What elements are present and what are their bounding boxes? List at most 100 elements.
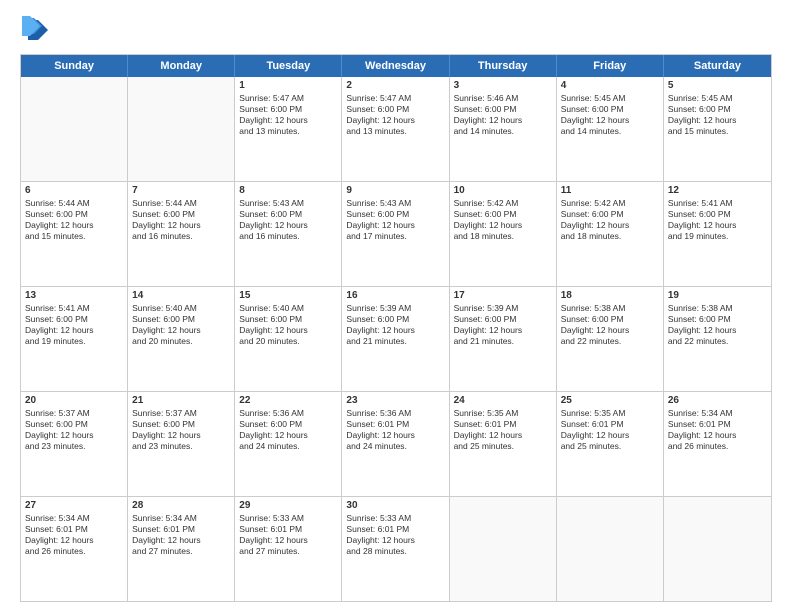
day-number: 12 xyxy=(668,185,767,196)
cell-info-line: Daylight: 12 hours xyxy=(239,115,337,126)
cell-info-line: and 19 minutes. xyxy=(25,336,123,347)
header xyxy=(20,16,772,44)
cell-info-line: Sunset: 6:01 PM xyxy=(668,419,767,430)
cell-info-line: Sunset: 6:00 PM xyxy=(239,104,337,115)
calendar-header: SundayMondayTuesdayWednesdayThursdayFrid… xyxy=(21,55,771,77)
day-number: 23 xyxy=(346,395,444,406)
cell-info-line: Sunrise: 5:39 AM xyxy=(454,303,552,314)
day-number: 11 xyxy=(561,185,659,196)
cal-cell: 3Sunrise: 5:46 AMSunset: 6:00 PMDaylight… xyxy=(450,77,557,181)
cal-cell: 6Sunrise: 5:44 AMSunset: 6:00 PMDaylight… xyxy=(21,182,128,286)
cell-info-line: Daylight: 12 hours xyxy=(239,430,337,441)
cell-info-line: Daylight: 12 hours xyxy=(668,220,767,231)
cell-info-line: Daylight: 12 hours xyxy=(668,115,767,126)
cell-info-line: Daylight: 12 hours xyxy=(346,115,444,126)
cell-info-line: and 22 minutes. xyxy=(561,336,659,347)
cell-info-line: Sunset: 6:00 PM xyxy=(239,419,337,430)
cell-info-line: Sunrise: 5:41 AM xyxy=(25,303,123,314)
cal-cell: 18Sunrise: 5:38 AMSunset: 6:00 PMDayligh… xyxy=(557,287,664,391)
day-number: 4 xyxy=(561,80,659,91)
cal-cell: 17Sunrise: 5:39 AMSunset: 6:00 PMDayligh… xyxy=(450,287,557,391)
cell-info-line: Sunrise: 5:43 AM xyxy=(239,198,337,209)
cal-cell: 5Sunrise: 5:45 AMSunset: 6:00 PMDaylight… xyxy=(664,77,771,181)
cell-info-line: Daylight: 12 hours xyxy=(239,535,337,546)
day-number: 2 xyxy=(346,80,444,91)
cell-info-line: and 16 minutes. xyxy=(239,231,337,242)
cell-info-line: Daylight: 12 hours xyxy=(132,430,230,441)
logo-icon xyxy=(20,16,48,44)
cal-cell: 14Sunrise: 5:40 AMSunset: 6:00 PMDayligh… xyxy=(128,287,235,391)
cell-info-line: Sunrise: 5:44 AM xyxy=(25,198,123,209)
cell-info-line: Daylight: 12 hours xyxy=(25,535,123,546)
day-number: 25 xyxy=(561,395,659,406)
cell-info-line: Sunrise: 5:47 AM xyxy=(239,93,337,104)
cell-info-line: Sunrise: 5:41 AM xyxy=(668,198,767,209)
cell-info-line: and 15 minutes. xyxy=(25,231,123,242)
cell-info-line: Sunset: 6:00 PM xyxy=(132,419,230,430)
cell-info-line: Sunset: 6:00 PM xyxy=(561,209,659,220)
cal-cell: 19Sunrise: 5:38 AMSunset: 6:00 PMDayligh… xyxy=(664,287,771,391)
cell-info-line: and 26 minutes. xyxy=(668,441,767,452)
cell-info-line: Sunset: 6:01 PM xyxy=(25,524,123,535)
week-row-2: 13Sunrise: 5:41 AMSunset: 6:00 PMDayligh… xyxy=(21,287,771,392)
cell-info-line: Sunset: 6:00 PM xyxy=(668,314,767,325)
cell-info-line: and 19 minutes. xyxy=(668,231,767,242)
day-number: 8 xyxy=(239,185,337,196)
cell-info-line: Sunrise: 5:47 AM xyxy=(346,93,444,104)
week-row-0: 1Sunrise: 5:47 AMSunset: 6:00 PMDaylight… xyxy=(21,77,771,182)
cell-info-line: Sunrise: 5:37 AM xyxy=(25,408,123,419)
cell-info-line: Daylight: 12 hours xyxy=(561,115,659,126)
cell-info-line: Sunrise: 5:34 AM xyxy=(132,513,230,524)
day-number: 17 xyxy=(454,290,552,301)
cell-info-line: Daylight: 12 hours xyxy=(454,115,552,126)
header-day-saturday: Saturday xyxy=(664,55,771,77)
day-number: 10 xyxy=(454,185,552,196)
cell-info-line: and 18 minutes. xyxy=(561,231,659,242)
cell-info-line: Sunset: 6:00 PM xyxy=(346,314,444,325)
cal-cell xyxy=(128,77,235,181)
cell-info-line: and 25 minutes. xyxy=(454,441,552,452)
cell-info-line: Sunset: 6:00 PM xyxy=(668,209,767,220)
cell-info-line: and 24 minutes. xyxy=(239,441,337,452)
cell-info-line: Sunrise: 5:37 AM xyxy=(132,408,230,419)
cell-info-line: Daylight: 12 hours xyxy=(239,325,337,336)
cell-info-line: Daylight: 12 hours xyxy=(561,430,659,441)
cal-cell: 25 Sunrise: 5:35 AMSunset: 6:01 PMDayligh… xyxy=(557,392,664,496)
cell-info-line: and 17 minutes. xyxy=(346,231,444,242)
cell-info-line: Daylight: 12 hours xyxy=(25,325,123,336)
cell-info-line: Sunrise: 5:33 AM xyxy=(346,513,444,524)
day-number: 30 xyxy=(346,500,444,511)
cal-cell: 8Sunrise: 5:43 AMSunset: 6:00 PMDaylight… xyxy=(235,182,342,286)
cell-info-line: Daylight: 12 hours xyxy=(454,430,552,441)
cell-info-line: Sunrise: 5:44 AM xyxy=(132,198,230,209)
day-number: 9 xyxy=(346,185,444,196)
cell-info-line: Sunset: 6:00 PM xyxy=(454,104,552,115)
day-number: 18 xyxy=(561,290,659,301)
cell-info-line: Sunrise: 5:33 AM xyxy=(239,513,337,524)
cell-info-line: Sunset: 6:01 PM xyxy=(132,524,230,535)
cell-info-line: Daylight: 12 hours xyxy=(346,535,444,546)
cal-cell: 9Sunrise: 5:43 AMSunset: 6:00 PMDaylight… xyxy=(342,182,449,286)
header-day-thursday: Thursday xyxy=(450,55,557,77)
day-number: 28 xyxy=(132,500,230,511)
cell-info-line: Sunrise: 5:43 AM xyxy=(346,198,444,209)
cell-info-line: Sunset: 6:01 PM xyxy=(561,419,659,430)
cal-cell: 30Sunrise: 5:33 AMSunset: 6:01 PMDayligh… xyxy=(342,497,449,601)
cell-info-line: Sunrise: 5:45 AM xyxy=(668,93,767,104)
cell-info-line: Sunrise: 5:35 AM xyxy=(561,408,659,419)
cal-cell: 27Sunrise: 5:34 AMSunset: 6:01 PMDayligh… xyxy=(21,497,128,601)
header-day-friday: Friday xyxy=(557,55,664,77)
header-day-sunday: Sunday xyxy=(21,55,128,77)
cell-info-line: and 14 minutes. xyxy=(561,126,659,137)
header-day-monday: Monday xyxy=(128,55,235,77)
cell-info-line: Daylight: 12 hours xyxy=(132,535,230,546)
cell-info-line: and 20 minutes. xyxy=(239,336,337,347)
cell-info-line: and 27 minutes. xyxy=(239,546,337,557)
cell-info-line: and 28 minutes. xyxy=(346,546,444,557)
day-number: 1 xyxy=(239,80,337,91)
cell-info-line: Sunset: 6:00 PM xyxy=(132,209,230,220)
day-number: 27 xyxy=(25,500,123,511)
cell-info-line: and 20 minutes. xyxy=(132,336,230,347)
logo xyxy=(20,16,52,44)
cal-cell: 26Sunrise: 5:34 AMSunset: 6:01 PMDayligh… xyxy=(664,392,771,496)
